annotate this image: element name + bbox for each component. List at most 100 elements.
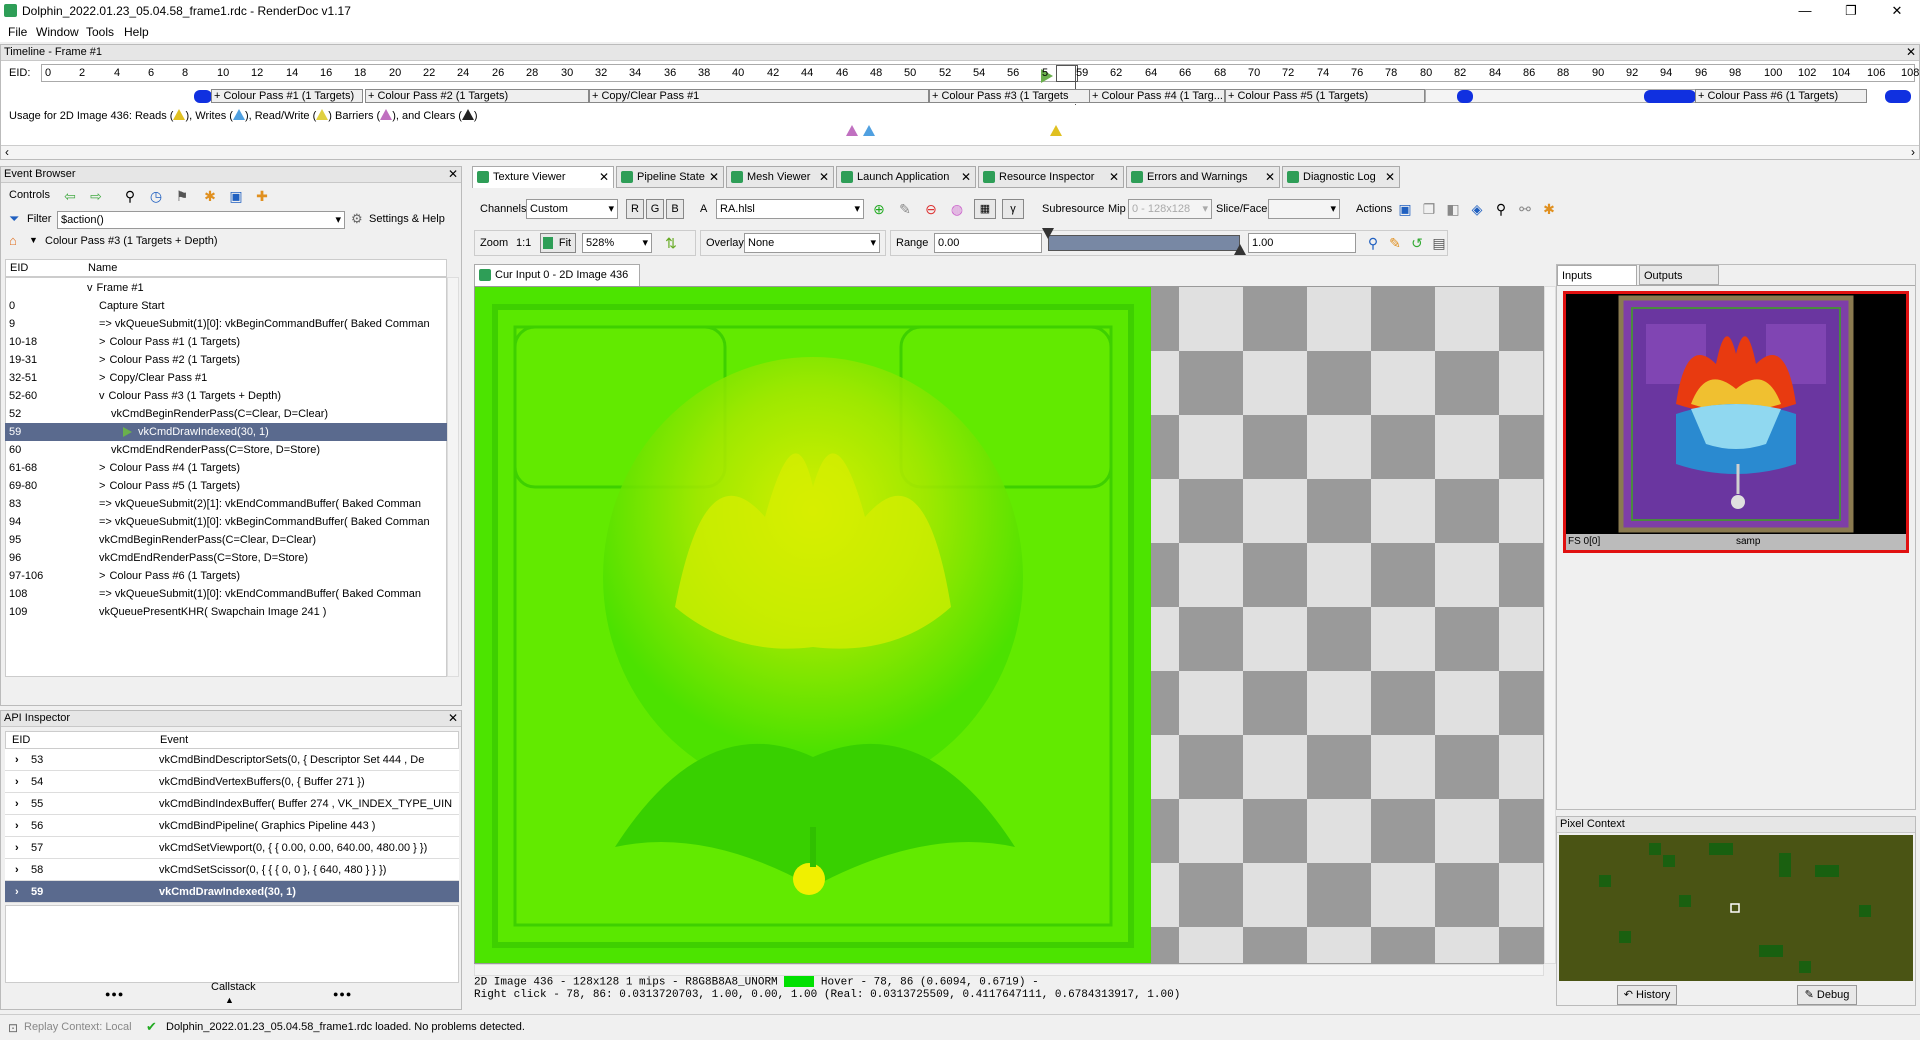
gamma-toggle[interactable]: γ bbox=[1002, 199, 1024, 219]
menu-help[interactable]: Help bbox=[124, 25, 149, 39]
col-eid[interactable]: EID bbox=[10, 262, 28, 274]
tab-resource-inspector[interactable]: Resource Inspector ✕ bbox=[978, 166, 1124, 188]
save-icon[interactable]: ▣ bbox=[227, 187, 245, 205]
fit-toggle[interactable]: Fit bbox=[540, 233, 576, 253]
pass-colour-6[interactable]: + Colour Pass #6 (1 Targets) bbox=[1695, 89, 1867, 103]
pass-colour-4[interactable]: + Colour Pass #4 (1 Targ... bbox=[1089, 89, 1225, 103]
open-icon[interactable]: ◧ bbox=[1444, 200, 1462, 218]
texture-viewport[interactable] bbox=[474, 286, 1544, 964]
find-icon[interactable]: ⚲ bbox=[121, 187, 139, 205]
channels-select[interactable]: Custom bbox=[526, 199, 618, 219]
bookmark-icon[interactable]: ⚑ bbox=[173, 187, 191, 205]
event-row[interactable]: v Frame #1 bbox=[5, 279, 447, 297]
clock-icon[interactable]: ◷ bbox=[147, 187, 165, 205]
chevron-right-icon[interactable]: › bbox=[15, 881, 19, 902]
draw-marker[interactable] bbox=[194, 90, 212, 103]
filter-input[interactable]: $action() bbox=[57, 211, 345, 229]
chevron-right-icon[interactable]: > bbox=[99, 354, 105, 366]
pass-colour-1[interactable]: + Colour Pass #1 (1 Targets) bbox=[211, 89, 363, 103]
api-row[interactable]: › 56 vkCmdBindPipeline( Graphics Pipeline … bbox=[5, 815, 459, 837]
puzzle-icon[interactable]: ✱ bbox=[1540, 200, 1558, 218]
event-row[interactable]: 60 vkCmdEndRenderPass(C=Store, D=Store) bbox=[5, 441, 447, 459]
edit-shader-icon[interactable]: ✎ bbox=[896, 200, 914, 218]
close-icon[interactable]: ✕ bbox=[961, 167, 971, 187]
range-min-input[interactable]: 0.00 bbox=[934, 233, 1042, 253]
puzzle-icon[interactable]: ✚ bbox=[253, 187, 271, 205]
pixel-context-view[interactable] bbox=[1559, 835, 1913, 981]
event-row[interactable]: 96 vkCmdEndRenderPass(C=Store, D=Store) bbox=[5, 549, 447, 567]
api-row[interactable]: › 55 vkCmdBindIndexBuffer( Buffer 274 , VK… bbox=[5, 793, 459, 815]
goto-icon[interactable]: ◈ bbox=[1468, 200, 1486, 218]
home-icon[interactable]: ⌂ bbox=[9, 233, 17, 248]
copy-icon[interactable]: ❐ bbox=[1420, 200, 1438, 218]
flip-icon[interactable]: ⇅ bbox=[662, 234, 680, 252]
callstack-expand-icon[interactable]: ▲ bbox=[225, 995, 234, 1005]
menu-tools[interactable]: Tools bbox=[86, 25, 114, 39]
col-name[interactable]: Name bbox=[88, 262, 117, 274]
splitter-dots-left[interactable]: ●●● bbox=[105, 989, 124, 999]
chevron-down-icon[interactable]: v bbox=[99, 390, 105, 402]
histogram-icon[interactable]: ▤ bbox=[1430, 234, 1448, 252]
shader-select[interactable]: RA.hlsl bbox=[716, 199, 864, 219]
scroll-right-icon[interactable]: › bbox=[1911, 145, 1915, 159]
menu-file[interactable]: File bbox=[8, 25, 27, 39]
chevron-right-icon[interactable]: > bbox=[99, 372, 105, 384]
chevron-right-icon[interactable]: › bbox=[15, 815, 19, 836]
close-icon[interactable]: ✕ bbox=[1109, 167, 1119, 187]
close-icon[interactable]: ✕ bbox=[819, 167, 829, 187]
event-row[interactable]: 32-51 > Copy/Clear Pass #1 bbox=[5, 369, 447, 387]
tab-pipeline-state[interactable]: Pipeline State ✕ bbox=[616, 166, 724, 188]
chevron-right-icon[interactable]: > bbox=[99, 480, 105, 492]
viewport-hscroll[interactable] bbox=[474, 964, 1544, 976]
api-row[interactable]: › 59 vkCmdDrawIndexed(30, 1) bbox=[5, 881, 459, 903]
zoom-range-icon[interactable]: ⚲ bbox=[1364, 234, 1382, 252]
timeline-scrollbar[interactable]: ‹ › bbox=[1, 145, 1919, 159]
event-row[interactable]: 108 => vkQueueSubmit(1)[0]: vkEndCommandB… bbox=[5, 585, 447, 603]
pass-colour-5[interactable]: + Colour Pass #5 (1 Targets) bbox=[1225, 89, 1425, 103]
slice-face-select[interactable] bbox=[1268, 199, 1340, 219]
tab-texture-viewer[interactable]: Texture Viewer ✕ bbox=[472, 166, 614, 188]
tab-inputs[interactable]: Inputs bbox=[1557, 265, 1637, 285]
settings-gear-icon[interactable]: ⚙ bbox=[351, 211, 363, 227]
channel-g-toggle[interactable]: G bbox=[646, 199, 664, 219]
chevron-right-icon[interactable]: › bbox=[15, 771, 19, 792]
mip-select[interactable]: 0 - 128x128 bbox=[1128, 199, 1212, 219]
input-thumbnail[interactable]: FS 0[0] samp bbox=[1563, 291, 1909, 553]
api-row[interactable]: › 53 vkCmdBindDescriptorSets(0, { Descript… bbox=[5, 749, 459, 771]
debug-button[interactable]: ✎ Debug bbox=[1797, 985, 1857, 1005]
close-button[interactable]: ✕ bbox=[1874, 0, 1920, 22]
overlay-select[interactable]: None bbox=[744, 233, 880, 253]
viewport-vscroll[interactable] bbox=[1544, 286, 1556, 964]
breadcrumb-chevron-icon[interactable]: ▼ bbox=[29, 235, 38, 245]
close-icon[interactable]: ✕ bbox=[448, 711, 458, 726]
event-row[interactable]: 83 => vkQueueSubmit(2)[1]: vkEndCommandBu… bbox=[5, 495, 447, 513]
event-row[interactable]: 61-68 > Colour Pass #4 (1 Targets) bbox=[5, 459, 447, 477]
close-icon[interactable]: ✕ bbox=[1265, 167, 1275, 187]
event-row[interactable]: 94 => vkQueueSubmit(1)[0]: vkBeginCommand… bbox=[5, 513, 447, 531]
range-min-handle-icon[interactable] bbox=[1042, 228, 1054, 239]
col-eid[interactable]: EID bbox=[12, 734, 30, 746]
save-texture-icon[interactable]: ▣ bbox=[1396, 200, 1414, 218]
prev-arrow-icon[interactable]: ⇦ bbox=[61, 187, 79, 205]
chevron-right-icon[interactable]: › bbox=[15, 837, 19, 858]
pass-copy-clear[interactable]: + Copy/Clear Pass #1 bbox=[589, 89, 929, 103]
event-row[interactable]: 69-80 > Colour Pass #5 (1 Targets) bbox=[5, 477, 447, 495]
event-row[interactable]: 0 Capture Start bbox=[5, 297, 447, 315]
range-max-input[interactable]: 1.00 bbox=[1248, 233, 1356, 253]
gear-icon[interactable]: ✱ bbox=[201, 187, 219, 205]
event-row[interactable]: 95 vkCmdBeginRenderPass(C=Clear, D=Clear) bbox=[5, 531, 447, 549]
tab-diagnostic-log[interactable]: Diagnostic Log ✕ bbox=[1282, 166, 1400, 188]
channel-r-toggle[interactable]: R bbox=[626, 199, 644, 219]
checkerboard-toggle[interactable]: ▦ bbox=[974, 199, 996, 219]
close-icon[interactable]: ✕ bbox=[448, 167, 458, 182]
breadcrumb[interactable]: Colour Pass #3 (1 Targets + Depth) bbox=[45, 235, 218, 247]
event-scrollbar[interactable] bbox=[447, 277, 459, 677]
tab-launch-application[interactable]: Launch Application ✕ bbox=[836, 166, 976, 188]
chevron-right-icon[interactable]: > bbox=[99, 462, 105, 474]
chevron-right-icon[interactable]: > bbox=[99, 570, 105, 582]
replay-context[interactable]: Replay Context: Local bbox=[24, 1021, 132, 1033]
api-row[interactable]: › 58 vkCmdSetScissor(0, { { { 0, 0 }, { 64… bbox=[5, 859, 459, 881]
zoom-select[interactable]: 528% bbox=[582, 233, 652, 253]
draw-marker-group[interactable] bbox=[1644, 90, 1696, 103]
delete-shader-icon[interactable]: ⊖ bbox=[922, 200, 940, 218]
